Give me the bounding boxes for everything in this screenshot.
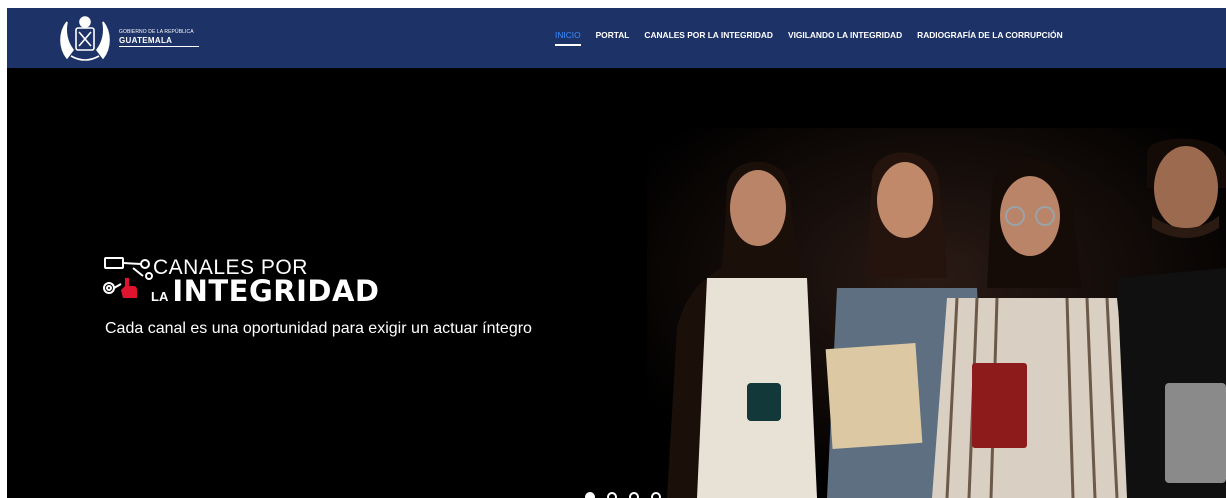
- page-frame: GOBIERNO DE LA REPÚBLICA GUATEMALA INICI…: [7, 8, 1226, 498]
- slide-dot-1[interactable]: [585, 492, 595, 498]
- nav-canales[interactable]: CANALES POR LA INTEGRIDAD: [644, 30, 773, 40]
- coat-of-arms-icon: [60, 16, 110, 61]
- slider-indicators: [585, 492, 661, 498]
- slide-dot-4[interactable]: [651, 492, 661, 498]
- network-hand-icon: [103, 257, 153, 298]
- logo-line-integridad: INTEGRIDAD: [172, 274, 380, 308]
- hero-people-image: [647, 128, 1226, 498]
- slide-dot-3[interactable]: [629, 492, 639, 498]
- nav-radiografia[interactable]: RADIOGRAFÍA DE LA CORRUPCIÓN: [917, 30, 1062, 40]
- logo-line-la: LA: [151, 289, 169, 304]
- main-nav: INICIO PORTAL CANALES POR LA INTEGRIDAD …: [555, 30, 1078, 46]
- nav-portal[interactable]: PORTAL: [596, 30, 630, 40]
- government-logo[interactable]: GOBIERNO DE LA REPÚBLICA GUATEMALA: [57, 12, 199, 64]
- brand-title: GUATEMALA: [119, 36, 199, 47]
- brand-text: GOBIERNO DE LA REPÚBLICA GUATEMALA: [119, 29, 199, 47]
- canales-integridad-logo: CANALES POR LA INTEGRIDAD: [103, 256, 379, 308]
- nav-vigilando[interactable]: VIGILANDO LA INTEGRIDAD: [788, 30, 902, 40]
- slide-dot-2[interactable]: [607, 492, 617, 498]
- hero-slider: CANALES POR LA INTEGRIDAD Cada canal es …: [7, 68, 1226, 498]
- brand-subtitle: GOBIERNO DE LA REPÚBLICA: [119, 29, 194, 35]
- top-navbar: GOBIERNO DE LA REPÚBLICA GUATEMALA INICI…: [7, 8, 1226, 68]
- hero-subtitle: Cada canal es una oportunidad para exigi…: [105, 320, 532, 337]
- nav-inicio[interactable]: INICIO: [555, 30, 581, 46]
